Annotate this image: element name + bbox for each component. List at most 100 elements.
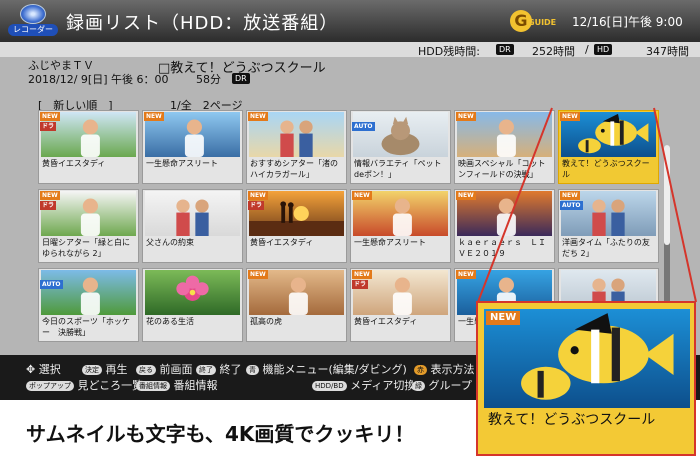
info-key-icon: 番組情報: [136, 381, 170, 391]
program-thumbnail[interactable]: NEW おすすめシアター「渚のハイカラガール」: [246, 110, 347, 184]
help-highlights: ポップアップ 見どころ一覧: [26, 377, 143, 393]
new-badge: NEW: [352, 191, 372, 200]
thumbnail-image: [145, 270, 240, 315]
thumbnail-image: [145, 191, 240, 236]
new-badge: NEW: [248, 191, 268, 200]
new-badge: NEW: [560, 112, 580, 121]
help-select: ✥ 選択: [26, 363, 61, 376]
title-bar: レコーダー 録画リスト（HDD：放送番組） G GUIDE 12/16[日]午後…: [0, 0, 700, 42]
thumbnail-caption: 情報バラエティ「ペットdeポン！」: [354, 159, 442, 179]
guide-logo: G GUIDE: [510, 10, 557, 32]
thumbnail-caption: 黄昏イエスタディ: [354, 317, 418, 326]
program-thumbnail[interactable]: NEW ｋａｅｒａｅｒｓ ＬＩＶＥ２０１９: [454, 189, 555, 263]
thumbnail-caption: 花のある生活: [146, 317, 194, 326]
help-play: 決定 再生: [82, 361, 128, 377]
blue-key-icon: 青: [246, 365, 259, 375]
program-thumbnail[interactable]: NEW ドラ黄昏イエスタディ: [38, 110, 139, 184]
thumbnail-caption: ｋａｅｒａｅｒｓ ＬＩＶＥ２０１９: [458, 238, 546, 258]
thumbnail: [145, 270, 240, 315]
thumbnail: [41, 270, 136, 315]
program-thumbnail[interactable]: 花のある生活: [142, 268, 243, 342]
hd-mode-badge: HD: [594, 44, 613, 55]
new-badge: NEW: [144, 112, 164, 121]
media-key-icon: HDD/BD: [312, 381, 347, 391]
auto-badge: AUTO: [352, 122, 375, 131]
program-thumbnail[interactable]: NEW 一生懸命アスリート: [350, 189, 451, 263]
new-badge: NEW: [456, 112, 476, 121]
recorder-logo: レコーダー: [8, 4, 58, 38]
help-media: HDD/BD メディア切換: [312, 377, 415, 393]
thumbnail-caption: おすすめシアター「渚のハイカラガール」: [250, 159, 338, 179]
program-thumbnail[interactable]: NEW AUTO 洋画タイム「ふたりの友だち 2」: [558, 189, 659, 263]
enter-key-icon: 決定: [82, 365, 102, 375]
new-badge: NEW: [456, 270, 476, 279]
new-badge: NEW: [40, 191, 60, 200]
scrollbar[interactable]: [664, 145, 670, 317]
program-thumbnail[interactable]: NEW 教えて！どうぶつスクール: [558, 110, 659, 184]
auto-badge: AUTO: [560, 201, 583, 210]
promo-caption: サムネイルも文字も、4K画質でクッキリ！: [26, 422, 415, 446]
recorded-duration: 58分: [196, 73, 221, 86]
thumbnail-image: [353, 112, 448, 157]
help-back: 戻る 前画面: [136, 361, 193, 377]
new-badge: NEW: [560, 191, 580, 200]
program-thumbnail[interactable]: AUTO 今日のスポーツ「ホッケー 決勝戦」: [38, 268, 139, 342]
scrollbar-thumb[interactable]: [664, 145, 670, 245]
program-thumbnail[interactable]: NEW 映画スペシャル「コットンフィールドの決戦」: [454, 110, 555, 184]
thumbnail-image: [41, 270, 136, 315]
help-menu: 青 機能メニュー(編集/ダビング): [246, 361, 407, 377]
thumbnail-caption: 教えて！どうぶつスクール: [562, 159, 650, 179]
help-group: 緑 グループ: [412, 377, 472, 393]
thumbnail-caption: 日曜シアター「緑と白にゆられながら 2」: [42, 238, 130, 258]
program-thumbnail[interactable]: NEW 一生懸命アスリート: [142, 110, 243, 184]
recorded-date: 2018/12/ 9[日] 午後 6：00: [28, 73, 169, 86]
screen-title: 録画リスト（HDD：放送番組）: [66, 13, 339, 34]
program-thumbnail[interactable]: NEW ドラ日曜シアター「緑と白にゆられながら 2」: [38, 189, 139, 263]
green-key-icon: 緑: [412, 381, 425, 391]
drama-badge: ドラ: [352, 280, 369, 289]
thumbnail-caption: 孤高の虎: [250, 317, 282, 326]
drama-badge: ドラ: [248, 201, 265, 210]
disc-icon: [20, 4, 46, 24]
thumbnail-caption: 一生懸命アスリート: [354, 238, 426, 247]
new-badge: NEW: [248, 112, 268, 121]
help-end: 終了 終了: [196, 361, 242, 377]
zoomed-caption: 教えて！どうぶつスクール: [488, 412, 656, 428]
thumbnail-caption: 映画スペシャル「コットンフィールドの決戦」: [458, 159, 546, 179]
guide-text: GUIDE: [528, 18, 557, 27]
auto-badge: AUTO: [40, 280, 63, 289]
new-badge: NEW: [248, 270, 268, 279]
new-badge: NEW: [352, 270, 372, 279]
drama-badge: ドラ: [40, 201, 57, 210]
red-key-icon: 赤: [414, 365, 427, 375]
new-badge: NEW: [456, 191, 476, 200]
thumbnail-caption: 黄昏イエスタディ: [250, 238, 314, 247]
help-display: 赤 表示方法: [414, 361, 475, 377]
program-thumbnail[interactable]: NEW 孤高の虎: [246, 268, 347, 342]
thumbnail: [353, 112, 448, 157]
new-badge: NEW: [40, 112, 60, 121]
thumbnail-caption: 父さんの約束: [146, 238, 194, 247]
separator: /: [585, 43, 589, 56]
drama-badge: ドラ: [40, 122, 57, 131]
program-thumbnail[interactable]: AUTO 情報バラエティ「ペットdeポン！」: [350, 110, 451, 184]
help-info: 番組情報 番組情報: [136, 377, 218, 393]
clock: 12/16[日]午後 9:00: [572, 15, 683, 29]
thumbnail: [145, 191, 240, 236]
zoomed-thumbnail: NEW 教えて！どうぶつスクール: [476, 301, 696, 456]
thumbnail-caption: 洋画タイム「ふたりの友だち 2」: [562, 238, 650, 258]
end-key-icon: 終了: [196, 365, 216, 375]
thumbnail-caption: 一生懸命アスリート: [146, 159, 218, 168]
logo-label: レコーダー: [8, 24, 58, 36]
new-badge: NEW: [486, 311, 521, 325]
program-thumbnail[interactable]: NEW ドラ黄昏イエスタディ: [350, 268, 451, 342]
thumbnail-caption: 今日のスポーツ「ホッケー 決勝戦」: [42, 317, 130, 337]
popup-key-icon: ポップアップ: [26, 381, 74, 391]
thumbnail-caption: 黄昏イエスタディ: [42, 159, 106, 168]
back-key-icon: 戻る: [136, 365, 156, 375]
program-thumbnail[interactable]: 父さんの約束: [142, 189, 243, 263]
dr-mode-badge: DR: [496, 44, 514, 55]
dpad-icon: ✥: [26, 363, 36, 376]
record-mode-badge: DR: [232, 73, 250, 84]
program-thumbnail[interactable]: NEW ドラ黄昏イエスタディ: [246, 189, 347, 263]
